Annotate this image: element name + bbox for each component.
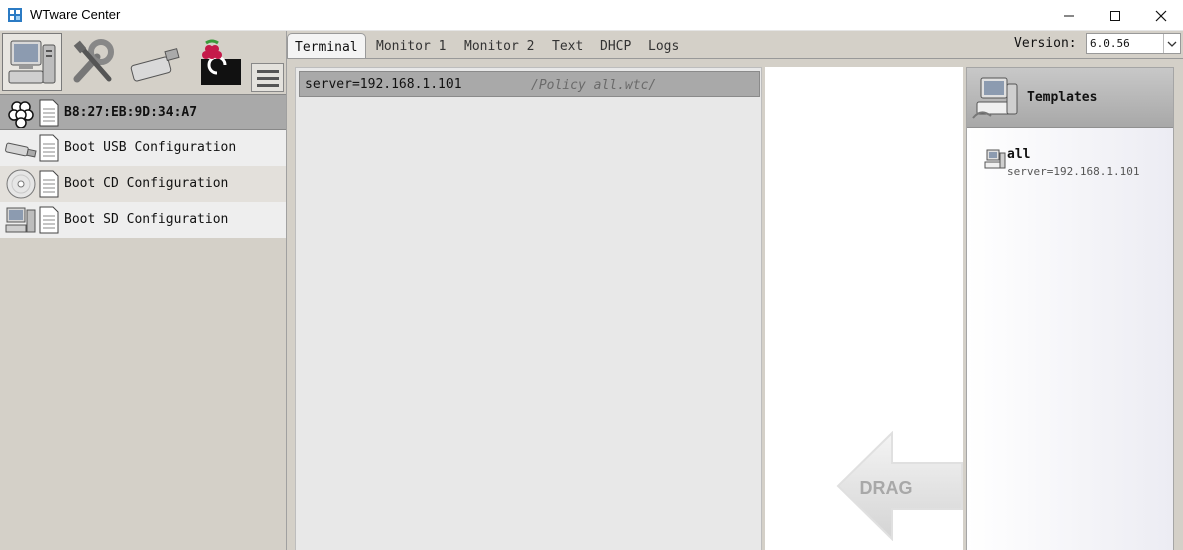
window-title: WTware Center — [30, 7, 121, 22]
tab-dhcp[interactable]: DHCP — [600, 36, 631, 58]
config-row-cd[interactable]: Boot CD Configuration — [0, 166, 286, 202]
version-label: Version: — [1014, 36, 1077, 51]
menu-button[interactable] — [251, 63, 284, 92]
version-value: 6.0.56 — [1090, 37, 1130, 50]
boot-usb-icon — [130, 48, 180, 82]
config-label: Boot SD Configuration — [64, 212, 229, 227]
config-row-usb[interactable]: Boot USB Configuration — [0, 130, 286, 166]
settings-tools-button[interactable] — [64, 33, 124, 91]
close-icon — [1155, 10, 1167, 21]
template-computer-icon — [984, 149, 1006, 169]
boot-usb-button[interactable] — [126, 33, 186, 91]
document-icon — [39, 170, 59, 198]
document-icon — [39, 206, 59, 234]
device-label: B8:27:EB:9D:34:A7 — [64, 105, 198, 120]
config-row-sd[interactable]: Boot SD Configuration — [0, 202, 286, 238]
template-name: all — [1007, 147, 1031, 162]
settings-tools-icon — [73, 39, 114, 83]
device-row[interactable]: B8:27:EB:9D:34:A7 — [0, 94, 286, 130]
cd-disc-icon — [6, 169, 36, 199]
tab-logs[interactable]: Logs — [648, 36, 679, 58]
templates-title: Templates — [1027, 90, 1098, 105]
left-panel: B8:27:EB:9D:34:A7 Boot USB Configuration… — [0, 31, 287, 550]
terminal-content: server=192.168.1.101 /Policy all.wtc/ DR… — [288, 58, 1183, 550]
raspberry-sd-button[interactable] — [188, 33, 248, 91]
templates-panel: Templates all server=192.168.1.101 — [966, 67, 1174, 550]
title-bar: WTware Center — [0, 0, 1183, 31]
terminals-icon — [8, 40, 56, 84]
maximize-button[interactable] — [1092, 0, 1138, 31]
minimize-button[interactable] — [1046, 0, 1092, 31]
hamburger-menu-icon — [256, 69, 279, 87]
tab-monitor-1[interactable]: Monitor 1 — [376, 36, 446, 58]
policy-row[interactable]: server=192.168.1.101 /Policy all.wtc/ — [299, 71, 760, 97]
version-select[interactable]: 6.0.56 — [1086, 33, 1181, 54]
tab-monitor-2[interactable]: Monitor 2 — [464, 36, 534, 58]
drag-arrow-icon: DRAG — [836, 431, 963, 541]
close-button[interactable] — [1138, 0, 1183, 31]
toolbar — [0, 31, 287, 94]
policy-text: server=192.168.1.101 — [305, 77, 462, 92]
maximize-icon — [1110, 10, 1120, 21]
drag-label: DRAG — [860, 478, 913, 498]
tab-terminal[interactable]: Terminal — [287, 33, 366, 59]
raspberry-pi-icon — [8, 101, 34, 128]
raspberry-sd-icon — [201, 39, 241, 85]
template-value: server=192.168.1.101 — [1007, 165, 1140, 178]
wtware-app-icon — [8, 8, 22, 22]
policy-panel: server=192.168.1.101 /Policy all.wtc/ — [295, 67, 762, 550]
config-label: Boot CD Configuration — [64, 176, 229, 191]
templates-computer-icon — [972, 77, 1018, 119]
usb-stick-icon — [5, 142, 37, 158]
template-item[interactable]: all server=192.168.1.101 — [983, 146, 1168, 186]
minimize-icon — [1064, 15, 1074, 16]
document-icon — [39, 134, 59, 162]
chevron-down-icon[interactable] — [1163, 34, 1180, 53]
policy-file: /Policy all.wtc/ — [531, 78, 657, 93]
tab-text[interactable]: Text — [552, 36, 583, 58]
config-label: Boot USB Configuration — [64, 140, 237, 155]
terminals-button[interactable] — [2, 33, 62, 91]
templates-header: Templates — [967, 68, 1173, 128]
document-icon — [39, 99, 59, 127]
computer-sd-icon — [5, 207, 36, 233]
